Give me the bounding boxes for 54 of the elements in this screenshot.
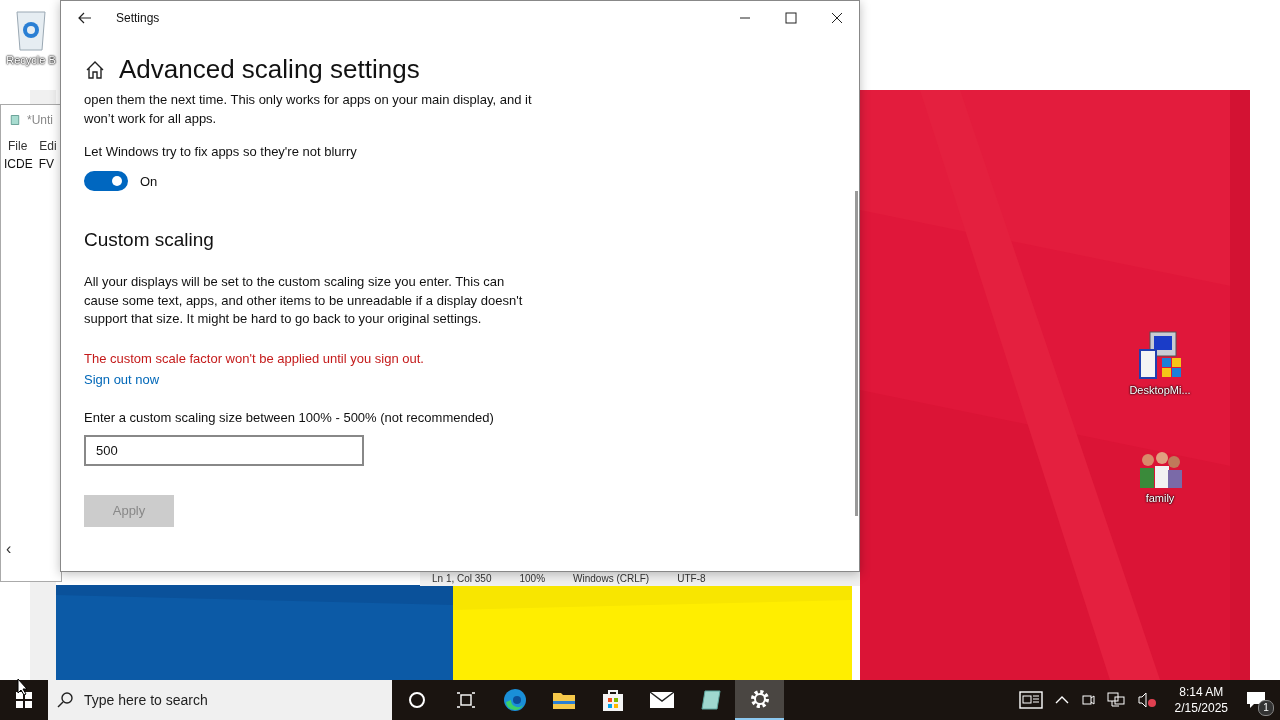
- status-text: Windows (CRLF): [573, 574, 650, 584]
- notepad-icon: [9, 112, 21, 128]
- muted-speaker-icon[interactable]: [1136, 692, 1157, 708]
- shopping-bag-icon: [600, 688, 625, 712]
- envelope-icon: [648, 691, 675, 709]
- clock-date[interactable]: 2/15/2025: [1174, 700, 1228, 716]
- chevron-up-icon[interactable]: [1054, 695, 1069, 705]
- toggle-switch[interactable]: [84, 171, 128, 191]
- search-field[interactable]: Type here to search: [48, 680, 392, 720]
- maximize-icon[interactable]: [785, 12, 797, 24]
- desktop-icon-label[interactable]: DesktopMi...: [1129, 384, 1191, 396]
- notification-count: 1: [1258, 700, 1274, 716]
- menu-item[interactable]: Edi: [39, 139, 57, 153]
- search-icon: [56, 691, 74, 709]
- folder-icon: [551, 690, 576, 710]
- warning-text: The custom scale factor won't be applied until you sign out.: [84, 350, 425, 366]
- settings-icon: [748, 688, 771, 710]
- scroll-left-icon[interactable]: ‹: [6, 541, 12, 557]
- status-text: 100%: [519, 574, 546, 584]
- status-text: UTF-8: [677, 574, 706, 584]
- clock-time[interactable]: 8:14 AM: [1179, 684, 1224, 700]
- notification-icon[interactable]: [1246, 690, 1266, 710]
- mouse-cursor-icon: [17, 678, 29, 696]
- page-title: Advanced scaling settings: [119, 54, 420, 85]
- installer-icon[interactable]: [1136, 330, 1184, 382]
- desktop-icon-label[interactable]: Recycle B: [6, 54, 56, 66]
- back-arrow-icon[interactable]: [78, 12, 92, 24]
- description-text: open them the next time. This only works for apps on your main display, and it won’t work for all apps.: [84, 91, 533, 128]
- notepad-icon: [699, 689, 722, 711]
- taskbar-app-button[interactable]: [735, 680, 784, 720]
- camera-icon[interactable]: [1080, 692, 1095, 708]
- browser-icon: [502, 688, 527, 712]
- toggle-state: On: [140, 173, 158, 189]
- scrollbar[interactable]: [855, 191, 858, 516]
- search-placeholder: Type here to search: [84, 692, 208, 708]
- field-label: Enter a custom scaling size between 100% - 500% (not recommended): [84, 409, 495, 425]
- text-content: ICDE: [4, 157, 33, 171]
- text-content: FV: [38, 157, 54, 171]
- news-icon[interactable]: [1018, 691, 1043, 709]
- circle-icon: [407, 691, 426, 709]
- network-icon[interactable]: [1106, 692, 1125, 708]
- status-text: Ln 1, Col 350: [432, 574, 492, 584]
- description-text: All your displays will be set to the custom scaling size you enter. This can cause some text, apps, and other items to be unreadable if a display doesn't support that size. It might be hard to go back to your original settings.: [84, 273, 524, 328]
- toggle-label: Let Windows try to fix apps so they're not blurry: [84, 144, 358, 159]
- section-heading: Custom scaling: [84, 229, 215, 251]
- menu-item[interactable]: File: [8, 139, 28, 153]
- sign-out-link[interactable]: Sign out now: [84, 371, 160, 387]
- window-title: *Unti: [27, 113, 53, 127]
- close-icon[interactable]: [831, 12, 843, 24]
- window-title: Settings: [116, 11, 160, 25]
- desktop-icon-label[interactable]: family: [1145, 492, 1175, 504]
- home-icon[interactable]: [85, 59, 105, 80]
- scaling-input-field[interactable]: 500: [84, 434, 364, 466]
- task-view-icon: [455, 691, 476, 709]
